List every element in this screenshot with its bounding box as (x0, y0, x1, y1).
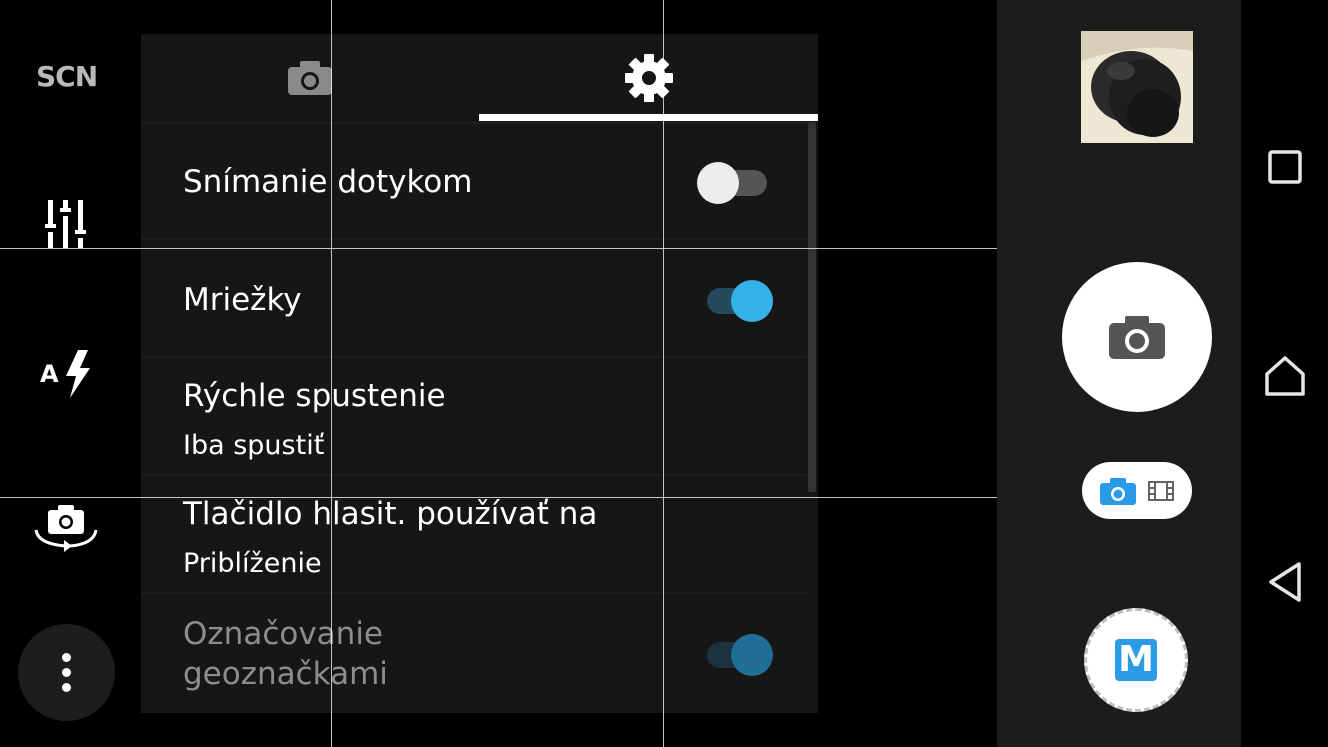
grid-line (0, 248, 997, 249)
auto-flash-letter: A (40, 360, 59, 388)
film-icon[interactable] (1147, 480, 1175, 502)
camera-controls: M (997, 0, 1241, 747)
grid-lines-toggle[interactable] (699, 278, 779, 322)
setting-title-line1: Označovanie (183, 616, 384, 652)
settings-scrollbar[interactable] (808, 122, 816, 492)
settings-tabs (141, 34, 818, 122)
manual-mode-label: M (1115, 639, 1157, 681)
setting-geotagging[interactable]: Označovanie geoznačkami (141, 592, 807, 713)
last-photo-thumbnail[interactable] (1081, 31, 1193, 143)
selected-tab-indicator (479, 114, 818, 121)
setting-value: Priblíženie (183, 548, 322, 579)
setting-quick-launch[interactable]: Rýchle spustenie Iba spustiť (141, 356, 807, 474)
auto-flash-icon[interactable]: A (40, 348, 96, 400)
geotagging-toggle[interactable] (699, 632, 779, 676)
navigation-bar (1241, 0, 1328, 747)
shutter-button[interactable] (1062, 262, 1212, 412)
more-options-button[interactable] (18, 624, 115, 721)
settings-panel: Snímanie dotykom Mriežky Rýchle spusteni… (141, 34, 818, 713)
back-icon (1268, 562, 1301, 602)
switch-camera-icon[interactable] (30, 500, 102, 552)
home-button[interactable] (1241, 346, 1328, 406)
setting-title: Mriežky (183, 282, 302, 318)
tab-camera-settings[interactable] (141, 34, 479, 122)
grid-line (331, 0, 332, 747)
photo-video-switch[interactable] (1082, 462, 1192, 519)
setting-title-line2: geoznačkami (183, 656, 388, 692)
grid-line (0, 497, 997, 498)
recent-apps-icon (1267, 150, 1302, 184)
setting-volume-key[interactable]: Tlačidlo hlasit. používať na Priblíženie (141, 474, 807, 592)
gear-icon (624, 54, 673, 102)
more-options-icon (62, 653, 71, 662)
recent-apps-button[interactable] (1241, 137, 1328, 197)
home-icon (1264, 356, 1305, 396)
tab-general-settings[interactable] (479, 34, 818, 122)
camera-icon (1109, 316, 1165, 359)
manual-mode-button[interactable]: M (1084, 608, 1188, 712)
camera-icon (288, 61, 332, 95)
back-button[interactable] (1241, 552, 1328, 612)
setting-touch-capture[interactable]: Snímanie dotykom (141, 122, 807, 238)
setting-title: Rýchle spustenie (183, 378, 446, 414)
photo-mode-icon[interactable] (1099, 476, 1137, 506)
scene-mode-button[interactable]: SCN (36, 60, 98, 93)
touch-capture-toggle[interactable] (697, 160, 777, 204)
setting-title: Snímanie dotykom (183, 164, 473, 200)
setting-title: Tlačidlo hlasit. používať na (183, 496, 598, 532)
sliders-icon[interactable] (44, 198, 88, 250)
setting-grid-lines[interactable]: Mriežky (141, 238, 807, 356)
grid-line (663, 0, 664, 747)
setting-value: Iba spustiť (183, 430, 325, 461)
